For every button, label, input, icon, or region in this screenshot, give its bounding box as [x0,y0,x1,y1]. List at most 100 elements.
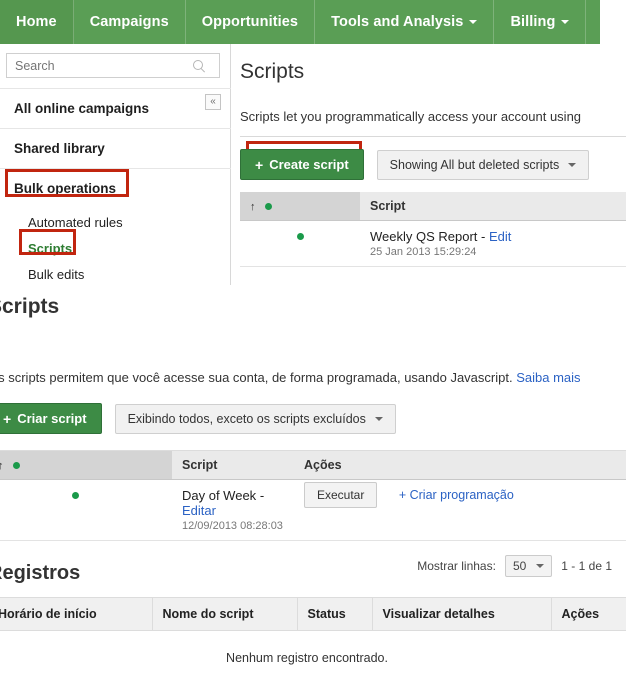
column-header-script-name[interactable]: Nome do script [152,597,298,631]
cell-script: Weekly QS Report - Edit 25 Jan 2013 15:2… [360,220,626,267]
sidebar: All online campaigns Shared library Bulk… [0,44,231,285]
registros-title: Registros [0,562,81,584]
create-script-button-label: Create script [269,157,349,172]
scripts-filter-dropdown-pt-label: Exibindo todos, exceto os scripts excluí… [127,411,366,426]
column-header-script-pt-label: Script [182,458,218,472]
script-timestamp: 25 Jan 2013 15:29:24 [370,246,477,258]
column-header-script-name-label: Nome do script [162,607,254,621]
nav-item-campaigns-label: Campaigns [89,14,169,30]
table-row: Day of Week - Editar 12/09/2013 08:28:03… [0,479,626,541]
cell-status [240,220,360,267]
top-navigation-bar: Home Campaigns Opportunities Tools and A… [0,0,600,44]
sort-ascending-icon: ↑ [250,201,256,213]
column-header-start-time-label: Horário de início [0,607,97,621]
search-input[interactable] [7,54,192,77]
chevron-down-icon [469,20,478,24]
sidebar-item-bulk-operations-label: Bulk operations [14,181,117,196]
cell-status-pt [0,479,172,541]
status-dot-icon [264,203,272,210]
column-header-status-pt[interactable]: ↑ [0,450,172,480]
status-dot-icon [296,233,304,240]
script-name-line: Weekly QS Report - Edit [370,229,616,244]
nav-item-home[interactable]: Home [0,0,74,44]
sidebar-item-scripts-label: Scripts [28,241,73,256]
column-header-status[interactable]: Status [297,597,373,631]
cell-script-pt: Day of Week - Editar 12/09/2013 08:28:03 [172,479,294,541]
column-header-start-time[interactable]: Horário de início [0,597,153,631]
scripts-filter-dropdown-label: Showing All but deleted scripts [389,157,560,172]
script-timestamp-pt: 12/09/2013 08:28:03 [182,520,283,532]
column-header-script-label: Script [370,199,406,213]
registros-table: Horário de início Nome do script Status … [0,597,626,685]
page-title-pt: Scripts [0,295,60,318]
sidebar-item-bulk-operations[interactable]: Bulk operations [0,168,231,208]
column-header-status-label: Status [307,607,346,621]
create-script-button-pt-label: Criar script [17,411,87,426]
script-name: Weekly QS Report [370,229,478,244]
sidebar-item-scripts[interactable]: Scripts [0,236,231,262]
sidebar-item-bulk-edits[interactable]: Bulk edits [0,262,231,288]
search-icon[interactable] [192,59,206,73]
page-title: Scripts [240,60,305,83]
scripts-panel-pt: Scripts Os scripts permitem que você ace… [0,295,626,577]
registros-panel: Registros Horário de início Nome do scri… [0,562,626,685]
sort-ascending-icon: ↑ [0,460,4,472]
chevron-down-icon [374,416,383,421]
scripts-filter-dropdown[interactable]: Showing All but deleted scripts [376,149,590,180]
learn-more-link[interactable]: Saiba mais [516,370,580,385]
status-dot-icon [12,462,20,469]
edit-script-link[interactable]: Edit [489,229,511,244]
nav-item-tools-and-analysis[interactable]: Tools and Analysis [315,0,495,44]
nav-item-billing[interactable]: Billing [494,0,587,44]
run-script-button[interactable]: Executar [304,482,378,508]
create-script-button[interactable]: + Create script [240,149,364,180]
status-dot-icon [71,492,79,499]
nav-item-campaigns[interactable]: Campaigns [74,0,186,44]
column-header-actions-label: Ações [561,607,600,621]
page-description-pt: Os scripts permitem que você acesse sua … [0,370,626,385]
script-name: Day of Week [182,488,257,503]
scripts-filter-dropdown-pt[interactable]: Exibindo todos, exceto os scripts excluí… [114,403,396,434]
edit-script-link-pt[interactable]: Editar [182,503,216,518]
page-description-pt-text: Os scripts permitem que você acesse sua … [0,370,513,385]
sidebar-item-all-online-campaigns[interactable]: All online campaigns [0,88,231,128]
nav-item-opportunities[interactable]: Opportunities [186,0,316,44]
scripts-table-en: ↑ Script Weekly QS Report - Edit 25 Jan … [240,192,626,267]
sidebar-item-all-online-campaigns-label: All online campaigns [14,101,150,116]
scripts-toolbar-pt: + Criar script Exibindo todos, exceto os… [0,385,626,434]
column-header-status[interactable]: ↑ [240,192,360,221]
column-header-view-details-label: Visualizar detalhes [382,607,495,621]
nav-item-tools-and-analysis-label: Tools and Analysis [331,14,464,30]
table-header-row: Horário de início Nome do script Status … [0,597,626,631]
page-description: Scripts let you programmatically access … [240,109,582,124]
chevron-down-icon [561,20,570,24]
create-schedule-link[interactable]: + Criar programação [399,488,514,502]
nav-filler [586,0,600,44]
column-header-script-pt[interactable]: Script [172,450,294,480]
scripts-panel-en: Scripts Scripts let you programmatically… [240,44,626,267]
cell-actions-pt: Executar + Criar programação [294,479,626,541]
table-row: Weekly QS Report - Edit 25 Jan 2013 15:2… [240,220,626,267]
search-box[interactable] [6,53,220,78]
column-header-view-details[interactable]: Visualizar detalhes [372,597,552,631]
column-header-actions[interactable]: Ações [551,597,626,631]
sidebar-item-automated-rules[interactable]: Automated rules [0,210,231,236]
sidebar-item-automated-rules-label: Automated rules [28,215,123,230]
double-chevron-left-icon: « [210,96,216,107]
sidebar-collapse-button[interactable]: « [205,94,221,110]
script-name-separator: - [481,229,486,244]
sidebar-item-bulk-edits-label: Bulk edits [28,267,85,282]
page-root: Home Campaigns Opportunities Tools and A… [0,0,626,685]
table-empty-row: Nenhum registro encontrado. [0,630,626,685]
sidebar-item-shared-library[interactable]: Shared library [0,128,231,168]
column-header-actions-pt-label: Ações [304,458,342,472]
sidebar-item-shared-library-label: Shared library [14,141,105,156]
chevron-down-icon [568,162,577,167]
column-header-actions-pt[interactable]: Ações [294,450,626,480]
create-script-button-pt[interactable]: + Criar script [0,403,102,434]
script-name-line: Day of Week - Editar [182,488,284,518]
empty-state-message: Nenhum registro encontrado. [0,630,626,685]
nav-item-billing-label: Billing [510,14,556,30]
plus-icon: + [255,156,264,173]
column-header-script[interactable]: Script [360,192,626,221]
